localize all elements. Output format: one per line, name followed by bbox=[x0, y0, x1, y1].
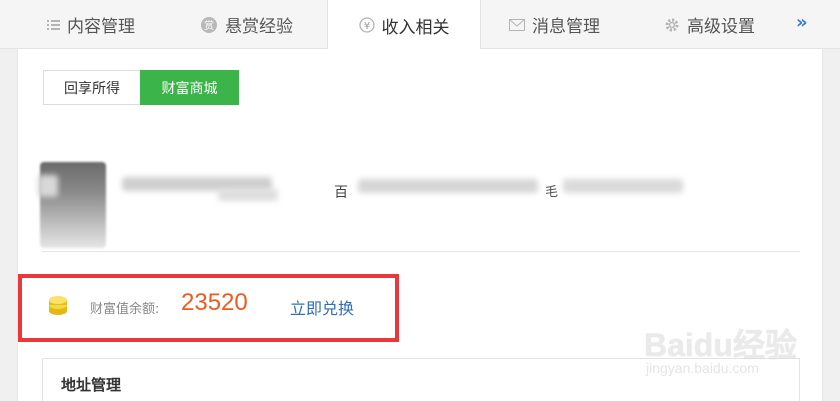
more-tabs-button[interactable]: » bbox=[796, 12, 808, 33]
wealth-balance-value: 23520 bbox=[181, 289, 248, 316]
top-tab-bar: 内容管理 赏 悬赏经验 ¥ 收入相关 消息管理 高级设置 » bbox=[0, 0, 840, 50]
tab-bounty-experience[interactable]: 赏 悬赏经验 bbox=[200, 0, 293, 49]
svg-text:赏: 赏 bbox=[204, 20, 214, 32]
tab-income[interactable]: ¥ 收入相关 bbox=[327, 0, 481, 50]
tab-label: 消息管理 bbox=[532, 17, 600, 37]
coin-stack-icon bbox=[48, 294, 68, 316]
divider bbox=[42, 251, 800, 252]
blur-block bbox=[218, 189, 278, 201]
income-panel: 回享所得 财富商城 百 毛 财富值余额: 23520 立即兑换 地址管理 bbox=[17, 49, 823, 401]
tab-label: 收入相关 bbox=[381, 17, 450, 38]
yen-icon: ¥ bbox=[358, 17, 375, 33]
address-management-title: 地址管理 bbox=[61, 376, 122, 394]
subtab-wealth-mall[interactable]: 财富商城 bbox=[140, 70, 239, 105]
subtab-shared-income[interactable]: 回享所得 bbox=[43, 70, 141, 105]
blur-block bbox=[358, 179, 538, 193]
list-icon bbox=[47, 19, 60, 31]
mail-icon bbox=[509, 18, 525, 31]
tab-label: 高级设置 bbox=[687, 17, 755, 37]
wealth-balance-label: 财富值余额: bbox=[90, 302, 160, 317]
gear-icon bbox=[664, 17, 680, 33]
tab-label: 内容管理 bbox=[67, 17, 135, 37]
blur-block bbox=[38, 175, 58, 197]
svg-text:¥: ¥ bbox=[363, 21, 369, 32]
username-fragment: 百 bbox=[334, 185, 348, 201]
profile-fragment: 毛 bbox=[545, 185, 559, 200]
tab-label: 悬赏经验 bbox=[225, 17, 293, 37]
blur-block bbox=[563, 179, 683, 193]
tab-message-management[interactable]: 消息管理 bbox=[509, 0, 600, 49]
bounty-coin-icon: 赏 bbox=[200, 16, 218, 34]
tab-advanced-settings[interactable]: 高级设置 bbox=[664, 0, 755, 49]
address-management-section: 地址管理 bbox=[42, 358, 800, 401]
redeem-now-link[interactable]: 立即兑换 bbox=[290, 295, 354, 319]
tab-content-management[interactable]: 内容管理 bbox=[47, 0, 135, 49]
